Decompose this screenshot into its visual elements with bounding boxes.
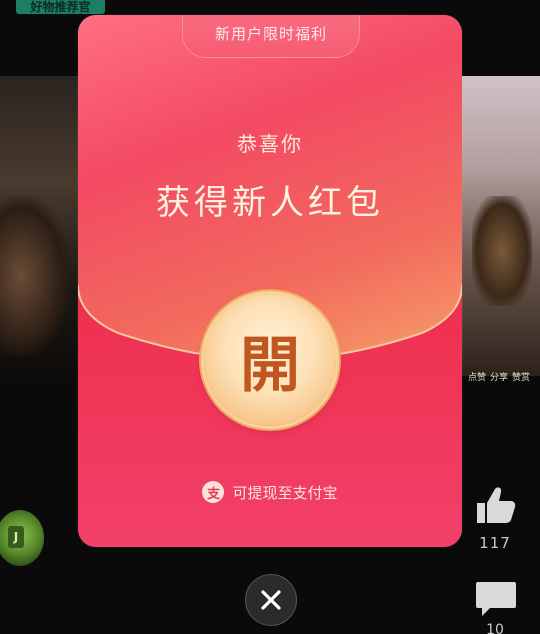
close-icon bbox=[261, 590, 281, 610]
background-video-left bbox=[0, 76, 80, 380]
comment-icon bbox=[476, 582, 516, 616]
alipay-icon: 支 bbox=[202, 481, 225, 503]
congrats-text: 恭喜你 bbox=[237, 132, 303, 156]
flap-curve bbox=[78, 284, 462, 547]
new-user-banner: 新用户限时福利 bbox=[182, 15, 360, 58]
close-button[interactable] bbox=[245, 574, 297, 626]
open-label: 開 bbox=[240, 330, 300, 401]
avatar-glyph: J bbox=[8, 526, 24, 548]
envelope-title: 获得新人红包 bbox=[156, 183, 384, 223]
open-envelope-button[interactable]: 開 bbox=[204, 294, 336, 426]
like-button[interactable] bbox=[472, 482, 518, 528]
comment-button[interactable] bbox=[474, 578, 518, 618]
withdraw-hint: 支 可提现至支付宝 bbox=[78, 481, 462, 503]
background-caption: 点赞 分享 赞赏 bbox=[468, 370, 540, 383]
thumbs-up-icon bbox=[477, 487, 516, 523]
caption-reward: 赞赏 bbox=[512, 373, 531, 383]
screen: 好物推荐官 点赞 分享 赞赏 J 117 10 新用户限时福利 恭喜你 获得新人… bbox=[0, 0, 540, 634]
background-video-right bbox=[462, 76, 540, 376]
caption-like: 点赞 bbox=[468, 373, 487, 383]
like-count: 117 bbox=[479, 534, 511, 552]
recommend-tag: 好物推荐官 bbox=[16, 0, 105, 14]
caption-share: 分享 bbox=[490, 373, 509, 383]
avatar[interactable]: J bbox=[0, 510, 44, 566]
withdraw-text: 可提现至支付宝 bbox=[232, 483, 338, 502]
comment-count: 10 bbox=[486, 622, 504, 634]
red-envelope-modal: 新用户限时福利 恭喜你 获得新人红包 開 支 可提现至支付宝 bbox=[78, 15, 462, 547]
